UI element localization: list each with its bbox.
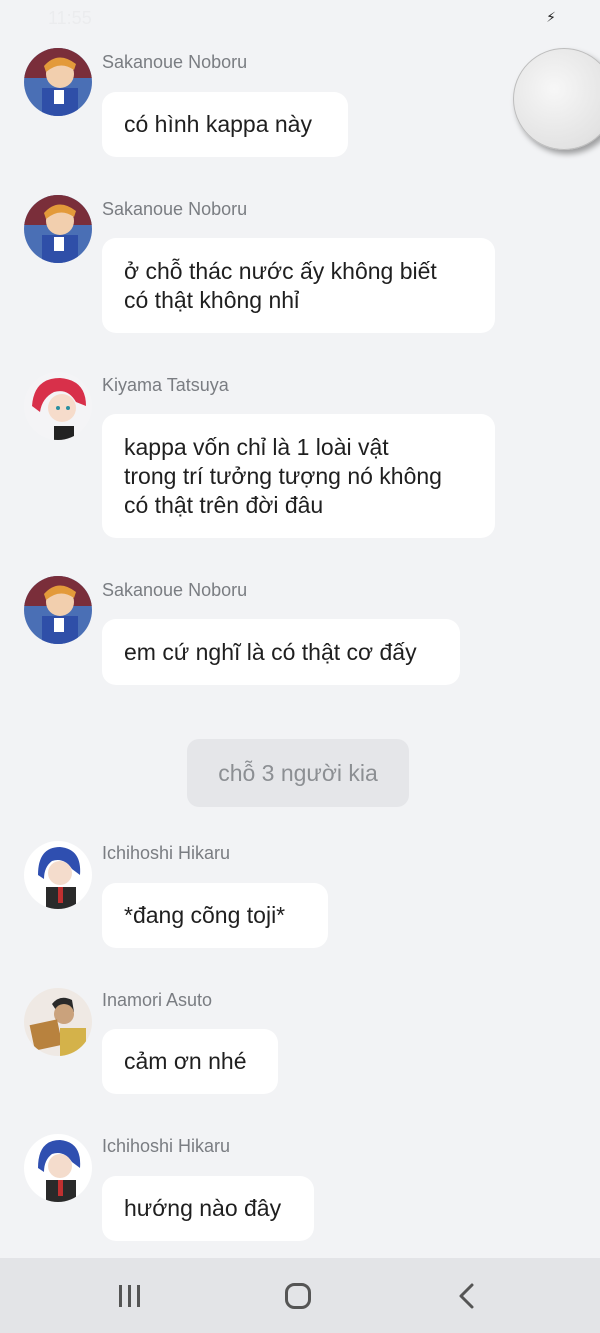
avatar-ichihoshi[interactable] [24, 1134, 92, 1202]
sender-name: Inamori Asuto [102, 990, 213, 1010]
status-bar: 11:55 ⚡ [0, 0, 600, 34]
floating-assistive-button[interactable] [513, 48, 600, 150]
message-bubble[interactable]: hướng nào đây [102, 1176, 314, 1241]
sender-name: Kiyama Tatsuya [102, 375, 229, 395]
message-bubble[interactable]: ở chỗ thác nước ấy không biết có thật kh… [102, 238, 495, 333]
recents-button[interactable] [90, 1258, 170, 1333]
avatar-sakanoue[interactable] [24, 48, 92, 116]
sender-name: Sakanoue Noboru [102, 580, 248, 600]
message-bubble[interactable]: *đang cõng toji* [102, 883, 328, 948]
sender-name: Sakanoue Noboru [102, 52, 248, 72]
charging-icon: ⚡ [546, 9, 556, 25]
sender-name: Ichihoshi Hikaru [102, 843, 231, 863]
back-button[interactable] [426, 1258, 506, 1333]
home-button[interactable] [258, 1258, 338, 1333]
back-icon [459, 1283, 474, 1308]
message-bubble[interactable]: cảm ơn nhé [102, 1029, 278, 1094]
status-time: 11:55 [48, 8, 92, 28]
home-icon [285, 1282, 311, 1309]
avatar-ichihoshi[interactable] [24, 841, 92, 909]
navigation-bar [0, 1258, 600, 1333]
message-bubble[interactable]: có hình kappa này [102, 92, 348, 157]
avatar-sakanoue[interactable] [24, 195, 92, 263]
avatar-sakanoue[interactable] [24, 576, 92, 644]
system-message: chỗ 3 người kia [187, 739, 409, 807]
message-bubble[interactable]: kappa vốn chỉ là 1 loài vật trong trí tư… [102, 414, 495, 538]
message-bubble[interactable]: em cứ nghĩ là có thật cơ đấy [102, 619, 460, 685]
avatar-inamori[interactable] [24, 988, 92, 1056]
avatar-kiyama[interactable] [24, 372, 92, 440]
sender-name: Ichihoshi Hikaru [102, 1136, 231, 1156]
sender-name: Sakanoue Noboru [102, 199, 248, 219]
recents-icon [119, 1284, 140, 1307]
